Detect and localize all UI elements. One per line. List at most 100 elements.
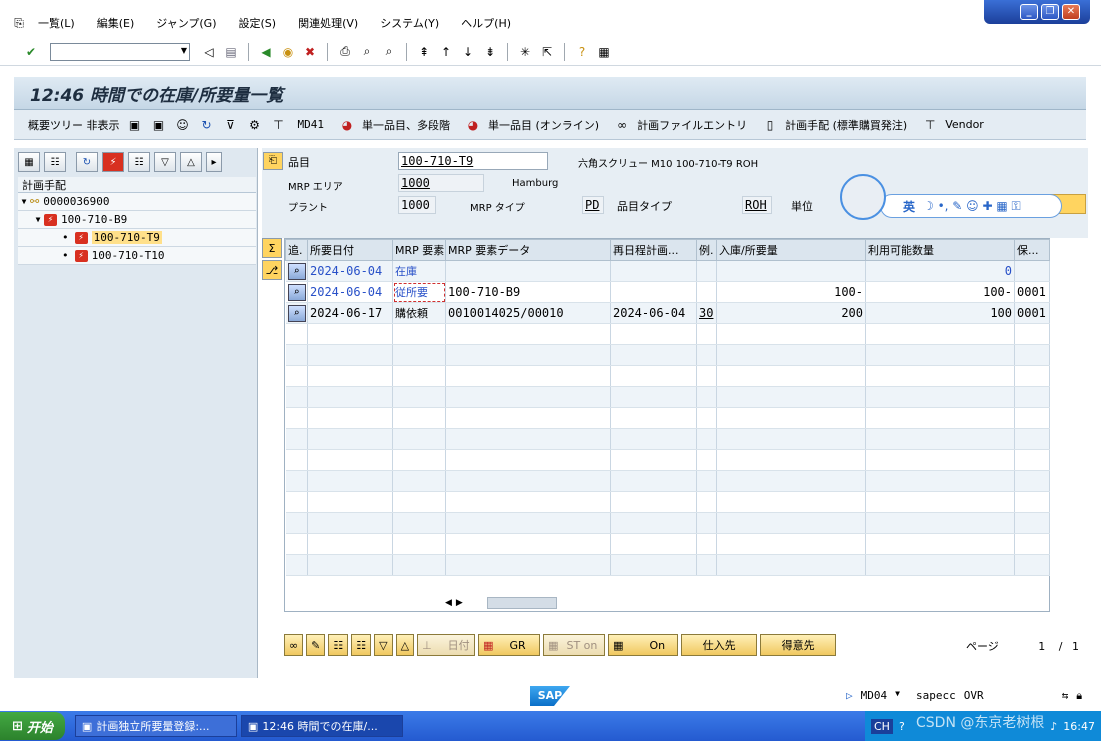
detail-icon[interactable]: ⌕ — [287, 262, 306, 280]
expand-status-icon[interactable]: ▷ — [846, 689, 853, 703]
vendor-button[interactable]: Vendor — [945, 118, 984, 131]
print-icon[interactable]: ⎙ — [336, 43, 354, 61]
help-icon[interactable]: ? — [573, 43, 591, 61]
scroll-thumb[interactable] — [486, 597, 557, 609]
col-date[interactable]: 所要日付 — [307, 239, 393, 261]
scroll-left-icon[interactable]: ◀ — [445, 598, 452, 608]
tree-node-t10[interactable]: • ⚡ 100-710-T10 — [18, 247, 256, 265]
header-toggle-icon[interactable]: ⎗ — [263, 152, 283, 170]
ime-bar[interactable]: 英 ☽ •, ✎ ☺ ✚ ▦ ⚿ — [880, 194, 1062, 218]
tree-node-b9[interactable]: ▼ ⚡ 100-710-B9 — [18, 211, 256, 229]
detail-icon[interactable]: ⌕ — [287, 283, 306, 301]
collapse-icon[interactable]: △ — [395, 634, 415, 656]
cell-exception[interactable]: 30 — [696, 302, 717, 324]
menu-environment[interactable]: 関連処理(V) — [298, 15, 358, 31]
layout-icon[interactable]: ▦ — [595, 43, 613, 61]
more-icon[interactable]: ▸ — [206, 152, 222, 172]
col-receipt-req[interactable]: 入庫/所要量 — [716, 239, 866, 261]
menu-settings[interactable]: 設定(S) — [239, 15, 277, 31]
gr-button[interactable]: ▦ GR — [478, 634, 541, 656]
menu-system-icon[interactable]: ⎘ — [10, 14, 28, 32]
single-item-online-button[interactable]: 単一品目 (オンライン) — [488, 117, 599, 133]
single-item-multilevel-button[interactable]: 単一品目、多段階 — [362, 117, 450, 133]
save-icon[interactable]: ▤ — [222, 43, 240, 61]
col-mrp-element[interactable]: MRP 要素 — [392, 239, 446, 261]
user-icon[interactable]: ☺ — [174, 116, 192, 134]
restore-button[interactable]: ❐ — [1041, 4, 1059, 20]
enter-icon[interactable]: ✔ — [22, 43, 40, 61]
structure-icon[interactable]: ⎇ — [262, 260, 282, 280]
ime-language-button[interactable]: 英 — [903, 198, 915, 215]
date-button[interactable]: ⊥ 日付 — [417, 634, 476, 656]
st-button[interactable]: ▦ ST on — [543, 634, 606, 656]
transaction-code[interactable]: MD04 — [861, 689, 888, 703]
ime-avatar-icon[interactable] — [840, 174, 886, 220]
find-next-icon[interactable]: ⌕ — [380, 43, 398, 61]
menu-edit[interactable]: 編集(E) — [97, 15, 135, 31]
task-button-stock-list[interactable]: ▣ 12:46 時間での在庫/... — [240, 715, 403, 737]
col-add[interactable]: 追. — [285, 239, 308, 261]
cell-element[interactable]: 従所要 — [392, 281, 446, 303]
planning-file-entry-button[interactable]: 計画ファイルエントリ — [637, 117, 747, 133]
vendor-button[interactable]: 仕入先 — [681, 634, 758, 656]
col-reschedule[interactable]: 再日程計画... — [610, 239, 697, 261]
table-row[interactable]: ⌕ 2024-06-17 購依頼 0010014025/00010 2024-0… — [285, 302, 1050, 324]
col-available[interactable]: 利用可能数量 — [865, 239, 1015, 261]
task-button-planned-independent[interactable]: ▣ 計画独立所要量登録:... — [74, 715, 237, 737]
back-icon[interactable]: ◀ — [257, 43, 275, 61]
sum-icon[interactable]: Σ — [262, 238, 282, 258]
refresh-icon[interactable]: ↻ — [198, 116, 216, 134]
collapse-icon[interactable]: △ — [180, 152, 202, 172]
settings-icon[interactable]: ⚙ — [246, 116, 264, 134]
tree-node-t9[interactable]: • ⚡ 100-710-T9 — [18, 229, 256, 247]
menu-list[interactable]: 一覧(L) — [38, 15, 75, 31]
hierarchy-down-icon[interactable]: ☷ — [351, 634, 372, 656]
ime-tools-icon[interactable]: ☽ •, ✎ ☺ ✚ ▦ ⚿ — [923, 199, 1021, 214]
menu-help[interactable]: ヘルプ(H) — [461, 15, 511, 31]
horizontal-scrollbar[interactable]: ◀ ▶ — [445, 596, 1085, 610]
hierarchy-icon[interactable]: ☷ — [328, 634, 349, 656]
shortcut-icon[interactable]: ⇱ — [538, 43, 556, 61]
col-storage[interactable]: 保... — [1014, 239, 1050, 261]
expanded-triangle-icon[interactable]: ▼ — [32, 215, 44, 224]
tree-layout-icon[interactable]: ▦ — [18, 152, 40, 172]
glasses-icon[interactable]: ∞ — [284, 634, 304, 656]
exception-icon[interactable]: ⚡ — [102, 152, 124, 172]
previous-page-icon[interactable]: ↑ — [437, 43, 455, 61]
pin-icon[interactable]: ⊤ — [270, 116, 288, 134]
customer-button[interactable]: 得意先 — [760, 634, 837, 656]
start-button[interactable]: ⊞ 开始 — [0, 712, 65, 740]
document-icon[interactable]: ▣ — [126, 116, 144, 134]
chevron-down-icon[interactable]: ▼ — [895, 689, 900, 703]
filter-icon[interactable]: ⊽ — [222, 116, 240, 134]
hide-tree-button[interactable]: 概要ツリー 非表示 — [28, 117, 120, 133]
last-page-icon[interactable]: ⇟ — [481, 43, 499, 61]
expand-icon[interactable]: ▽ — [154, 152, 176, 172]
col-mrp-element-data[interactable]: MRP 要素データ — [445, 239, 611, 261]
chevron-down-icon[interactable]: ▼ — [181, 46, 187, 55]
menu-system[interactable]: システム(Y) — [380, 15, 439, 31]
tree-structure-icon[interactable]: ☷ — [44, 152, 66, 172]
find-icon[interactable]: ⌕ — [358, 43, 376, 61]
document-detail-icon[interactable]: ▣ — [150, 116, 168, 134]
collapse-left-icon[interactable]: ◁ — [200, 43, 218, 61]
scroll-right-icon[interactable]: ▶ — [456, 598, 463, 608]
volume-icon[interactable]: ♪ — [1050, 720, 1057, 733]
menu-goto[interactable]: ジャンプ(G) — [156, 15, 216, 31]
cancel-icon[interactable]: ✖ — [301, 43, 319, 61]
tree-node-root[interactable]: ▼ ⚯ 0000036900 — [18, 193, 256, 211]
expanded-triangle-icon[interactable]: ▼ — [18, 197, 30, 206]
help-icon[interactable]: ? — [899, 720, 905, 733]
expand-icon[interactable]: ▽ — [374, 634, 393, 656]
tree-hierarchy-icon[interactable]: ☷ — [128, 152, 150, 172]
input-mode[interactable]: OVR — [964, 689, 984, 703]
language-indicator[interactable]: CH — [871, 718, 893, 734]
exit-icon[interactable]: ◉ — [279, 43, 297, 61]
tree-refresh-icon[interactable]: ↻ — [76, 152, 98, 172]
material-field[interactable]: 100-710-T9 — [398, 152, 548, 170]
planned-order-button[interactable]: 計画手配 (標準購買発注) — [785, 117, 907, 133]
on-button[interactable]: ▦ On — [608, 634, 679, 656]
table-row[interactable]: ⌕ 2024-06-04 在庫 0 — [285, 260, 1050, 282]
new-session-icon[interactable]: ✳ — [516, 43, 534, 61]
table-row[interactable]: ⌕ 2024-06-04 従所要 100-710-B9 100- 100- 00… — [285, 281, 1050, 303]
